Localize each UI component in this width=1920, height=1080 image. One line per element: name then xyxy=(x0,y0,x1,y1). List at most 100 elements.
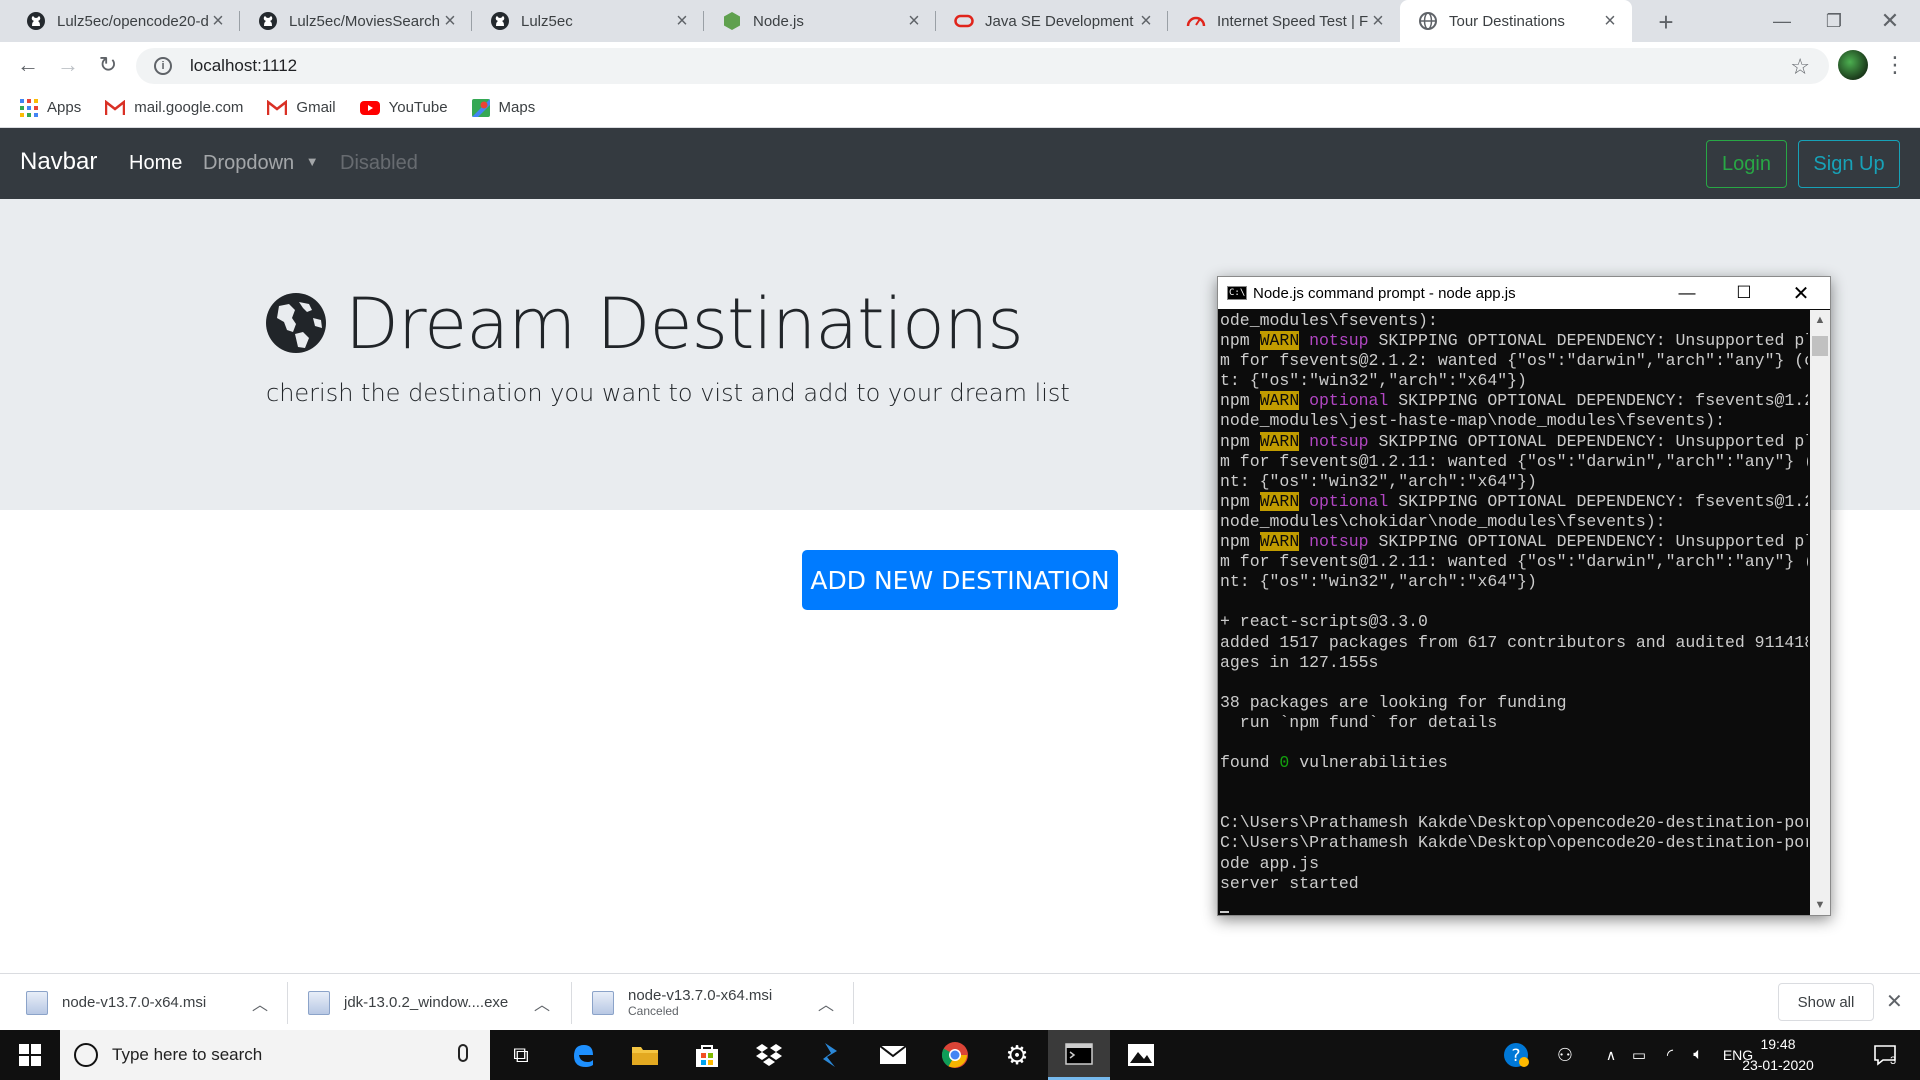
console-titlebar[interactable]: C:\ Node.js command prompt - node app.js… xyxy=(1218,277,1830,309)
tab-java-se[interactable]: Java SE Development K × xyxy=(936,0,1168,42)
close-window-button[interactable]: ✕ xyxy=(1862,0,1918,42)
tab-title: Lulz5ec/MoviesSearch xyxy=(289,12,440,30)
volume-icon[interactable]: 🔈︎ xyxy=(1684,1030,1712,1080)
nav-home[interactable]: Home xyxy=(129,152,182,175)
console-line: npm WARN optional SKIPPING OPTIONAL DEPE… xyxy=(1220,491,1808,511)
chevron-up-icon[interactable]: ∧ xyxy=(1598,1030,1624,1080)
task-view-icon[interactable]: ⧉ xyxy=(490,1030,552,1080)
tab-speed-test[interactable]: Internet Speed Test | Fa × xyxy=(1168,0,1400,42)
store-icon[interactable] xyxy=(676,1030,738,1080)
bookmark-maps[interactable]: Maps xyxy=(471,98,535,117)
info-icon[interactable]: i xyxy=(154,57,172,75)
restore-button[interactable]: ❐ xyxy=(1806,0,1862,42)
close-icon[interactable]: × xyxy=(1600,10,1620,32)
download-item[interactable]: jdk-13.0.2_window....exe ︿ xyxy=(308,974,558,1031)
tab-opencode20[interactable]: Lulz5ec/opencode20-d × xyxy=(8,0,240,42)
console-output: ode_modules\fsevents):npm WARN notsup SK… xyxy=(1220,311,1808,913)
chevron-up-icon[interactable]: ︿ xyxy=(252,991,268,1015)
tab-title: Lulz5ec/opencode20-d xyxy=(57,12,208,30)
console-maximize-button[interactable]: ☐ xyxy=(1715,277,1773,309)
dropbox-icon[interactable] xyxy=(738,1030,800,1080)
console-minimize-button[interactable]: — xyxy=(1658,277,1716,309)
tab-lulz5ec[interactable]: Lulz5ec × xyxy=(472,0,704,42)
bookmark-apps[interactable]: Apps xyxy=(20,98,81,117)
tab-title: Lulz5ec xyxy=(521,12,573,30)
people-icon[interactable]: ⚇ xyxy=(1548,1030,1582,1080)
back-button[interactable]: ← xyxy=(12,49,44,81)
download-item[interactable]: node-v13.7.0-x64.msi Canceled ︿ xyxy=(592,974,842,1031)
notification-count: 3 xyxy=(1890,1055,1897,1067)
add-destination-button[interactable]: ADD NEW DESTINATION xyxy=(802,550,1118,610)
gmail-icon xyxy=(105,99,126,116)
scroll-up-icon[interactable]: ▲ xyxy=(1810,310,1830,330)
navbar-brand[interactable]: Navbar xyxy=(20,148,97,176)
console-line: C:\Users\Prathamesh Kakde\Desktop\openco… xyxy=(1220,813,1808,833)
tab-title: Internet Speed Test | Fa xyxy=(1217,12,1368,30)
photos-icon[interactable] xyxy=(1110,1030,1172,1080)
console-line: ages in 127.155s xyxy=(1220,652,1379,672)
console-window[interactable]: C:\ Node.js command prompt - node app.js… xyxy=(1217,276,1831,916)
new-tab-button[interactable]: + xyxy=(1652,7,1680,37)
console-scrollbar[interactable]: ▲ ▼ xyxy=(1810,310,1830,915)
bookmark-gmail[interactable]: Gmail xyxy=(267,99,336,116)
help-icon[interactable]: ? xyxy=(1496,1030,1536,1080)
chevron-up-icon[interactable]: ︿ xyxy=(818,991,834,1015)
bookmark-mail-google[interactable]: mail.google.com xyxy=(105,99,243,116)
settings-icon[interactable]: ⚙ xyxy=(986,1030,1048,1080)
mail-icon[interactable] xyxy=(862,1030,924,1080)
notifications-icon[interactable]: 3 xyxy=(1860,1030,1910,1080)
microphone-icon[interactable] xyxy=(458,1044,468,1062)
bookmark-youtube[interactable]: YouTube xyxy=(359,99,448,116)
nav-dropdown[interactable]: Dropdown ▼ xyxy=(203,152,319,175)
console-line: m for fsevents@1.2.11: wanted {"os":"dar… xyxy=(1220,451,1808,471)
tab-nodejs[interactable]: Node.js × xyxy=(704,0,936,42)
visual-studio-icon[interactable] xyxy=(800,1030,862,1080)
console-line: npm WARN notsup SKIPPING OPTIONAL DEPEND… xyxy=(1220,532,1808,552)
globe-icon xyxy=(1418,11,1438,31)
menu-icon[interactable]: ⋮ xyxy=(1884,52,1906,78)
clock[interactable]: 19:48 23-01-2020 xyxy=(1738,1034,1818,1076)
close-icon[interactable]: × xyxy=(672,10,692,32)
url-input[interactable] xyxy=(190,56,1590,76)
show-all-button[interactable]: Show all xyxy=(1778,983,1874,1021)
avatar[interactable] xyxy=(1838,50,1868,80)
chevron-up-icon[interactable]: ︿ xyxy=(534,991,550,1015)
console-line: node_modules\jest-haste-map\node_modules… xyxy=(1220,411,1725,431)
taskbar-search[interactable]: Type here to search xyxy=(60,1030,490,1080)
windows-start-icon[interactable] xyxy=(0,1030,60,1080)
console-close-button[interactable]: ✕ xyxy=(1772,277,1830,309)
close-icon[interactable]: ✕ xyxy=(1886,989,1903,1014)
close-icon[interactable]: × xyxy=(904,10,924,32)
console-line: ode_modules\fsevents): xyxy=(1220,311,1438,330)
bookmark-star-icon[interactable]: ☆ xyxy=(1790,54,1810,80)
tab-movies-search[interactable]: Lulz5ec/MoviesSearch × xyxy=(240,0,472,42)
address-bar[interactable]: i xyxy=(136,48,1829,84)
scroll-down-icon[interactable]: ▼ xyxy=(1810,895,1830,915)
file-explorer-icon[interactable] xyxy=(614,1030,676,1080)
github-icon xyxy=(490,11,510,31)
minimize-button[interactable]: — xyxy=(1754,0,1810,42)
forward-button[interactable]: → xyxy=(52,49,84,81)
signup-button[interactable]: Sign Up xyxy=(1798,140,1900,188)
site-navbar: Navbar Home Dropdown ▼ Disabled Login Si… xyxy=(0,128,1920,199)
chrome-icon[interactable] xyxy=(924,1030,986,1080)
close-icon[interactable]: × xyxy=(208,10,228,32)
download-item[interactable]: node-v13.7.0-x64.msi ︿ xyxy=(26,974,276,1031)
tab-tour-destinations[interactable]: Tour Destinations × xyxy=(1400,0,1632,42)
wifi-icon[interactable]: ◜ xyxy=(1656,1030,1684,1080)
reload-button[interactable]: ↻ xyxy=(92,49,124,81)
scroll-thumb[interactable] xyxy=(1812,336,1828,356)
close-icon[interactable]: × xyxy=(440,10,460,32)
tab-title: Node.js xyxy=(753,12,804,30)
terminal-icon[interactable] xyxy=(1048,1030,1110,1080)
close-icon[interactable]: × xyxy=(1368,10,1388,32)
battery-icon[interactable]: ▭ xyxy=(1626,1030,1652,1080)
edge-icon[interactable] xyxy=(552,1030,614,1080)
login-button[interactable]: Login xyxy=(1706,140,1787,188)
close-icon[interactable]: × xyxy=(1136,10,1156,32)
tab-strip: Lulz5ec/opencode20-d × Lulz5ec/MoviesSea… xyxy=(0,0,1920,42)
globe-americas-icon xyxy=(266,293,326,353)
taskbar: Type here to search ⧉ ⚙ ? ⚇ ∧ ▭ ◜ 🔈︎ ENG… xyxy=(0,1030,1920,1080)
